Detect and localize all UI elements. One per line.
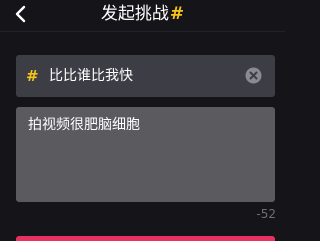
top-nav-bar: 发起挑战# <box>0 0 285 30</box>
page-title-text: 发起挑战 <box>100 4 169 24</box>
page-title: 发起挑战# <box>0 4 285 24</box>
title-hash-icon: # <box>169 4 185 24</box>
challenge-name-input[interactable]: 比比谁比我快 <box>49 66 239 86</box>
hashtag-icon: # <box>26 67 39 85</box>
challenge-name-field[interactable]: # 比比谁比我快 <box>16 55 275 97</box>
clear-input-button[interactable] <box>245 67 262 84</box>
description-text: 拍视频很肥脑细胞 <box>28 117 140 133</box>
char-counter: -52 <box>256 207 276 221</box>
header-divider <box>0 31 285 32</box>
clear-circle-icon <box>245 67 262 84</box>
submit-button[interactable] <box>16 236 275 241</box>
challenge-description-textarea[interactable]: 拍视频很肥脑细胞 <box>16 107 275 202</box>
